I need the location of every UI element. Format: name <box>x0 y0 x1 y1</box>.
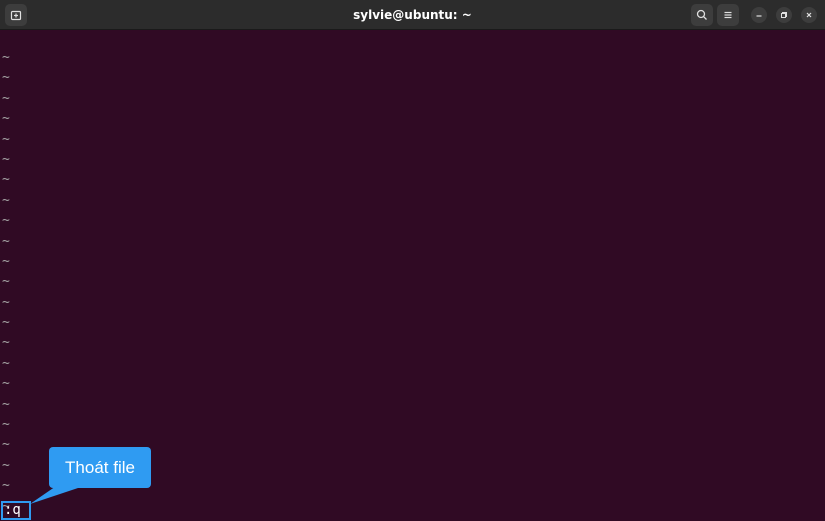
empty-line-marker: ~ <box>2 274 10 290</box>
empty-line-marker: ~ <box>2 417 10 433</box>
minimize-icon <box>756 15 762 17</box>
search-icon <box>696 9 707 20</box>
empty-line-marker: ~ <box>2 478 10 494</box>
empty-line-marker: ~ <box>2 233 10 249</box>
maximize-button[interactable] <box>776 7 792 23</box>
empty-line-marker: ~ <box>2 376 10 392</box>
minimize-button[interactable] <box>751 7 767 23</box>
hamburger-menu-icon <box>724 11 732 19</box>
empty-line-marker: ~ <box>2 355 10 371</box>
new-tab-button[interactable] <box>5 4 27 26</box>
empty-line-marker: ~ <box>2 315 10 331</box>
empty-line-markers: ~ ~ ~ ~ ~ ~ ~ ~ ~ ~ ~ ~ ~ ~ ~ ~ ~ ~ ~ ~ ~ ~ ~ <box>2 48 10 517</box>
annotation-callout: Thoát file <box>49 447 151 488</box>
empty-line-marker: ~ <box>2 131 10 147</box>
title-bar: sylvie@ubuntu: ~ <box>0 0 825 30</box>
empty-line-marker: ~ <box>2 335 10 351</box>
new-tab-icon <box>10 10 22 21</box>
empty-line-marker: ~ <box>2 213 10 229</box>
empty-line-marker: ~ <box>2 90 10 106</box>
empty-line-marker: ~ <box>2 111 10 127</box>
empty-line-marker: ~ <box>2 151 10 167</box>
empty-line-marker: ~ <box>2 253 10 269</box>
empty-line-marker: ~ <box>2 396 10 412</box>
empty-line-marker: ~ <box>2 294 10 310</box>
empty-line-marker: ~ <box>2 50 10 65</box>
menu-button[interactable] <box>717 4 739 26</box>
maximize-icon <box>781 12 787 18</box>
close-button[interactable] <box>801 7 817 23</box>
close-icon <box>806 12 812 18</box>
vim-command-line[interactable]: :q <box>1 501 31 520</box>
search-button[interactable] <box>691 4 713 26</box>
empty-line-marker: ~ <box>2 70 10 86</box>
empty-line-marker: ~ <box>2 192 10 208</box>
empty-line-marker: ~ <box>2 437 10 453</box>
empty-line-marker: ~ <box>2 457 10 473</box>
empty-line-marker: ~ <box>2 172 10 188</box>
